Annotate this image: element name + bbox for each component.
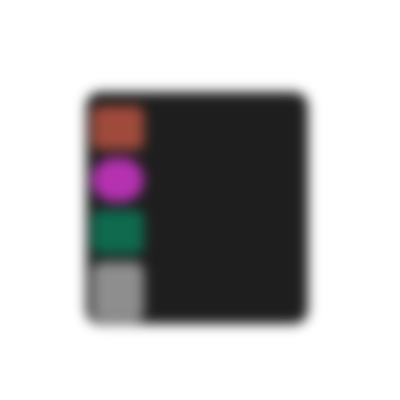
list-item[interactable] bbox=[86, 102, 308, 154]
list-item[interactable] bbox=[86, 154, 308, 206]
list-item-label bbox=[152, 120, 292, 136]
color-swatch bbox=[92, 210, 144, 254]
color-list-panel bbox=[86, 92, 308, 324]
list-item[interactable] bbox=[86, 206, 308, 258]
page-title bbox=[0, 8, 400, 38]
color-swatch bbox=[92, 158, 144, 202]
color-swatch bbox=[92, 262, 144, 322]
page-subtitle bbox=[0, 54, 400, 78]
list-item-label bbox=[152, 276, 292, 292]
list-item-label bbox=[152, 224, 292, 240]
list-item-label bbox=[152, 172, 292, 188]
list-item[interactable] bbox=[86, 258, 308, 322]
color-swatch bbox=[92, 106, 144, 150]
